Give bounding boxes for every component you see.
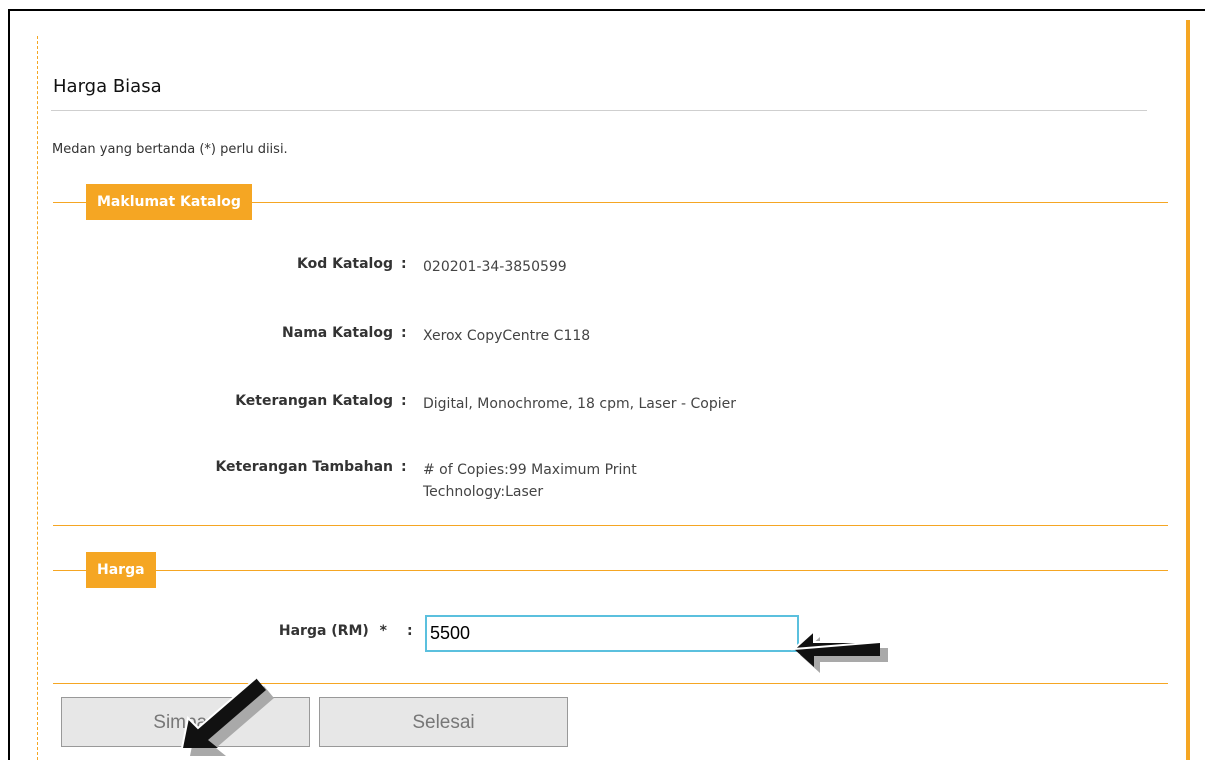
field-colon: : [401,393,407,409]
frame-top-border [8,9,1205,11]
dashed-left-border [37,36,38,760]
additional-description-value: # of Copies:99 Maximum Print Technology:… [423,459,637,503]
annotation-arrow-left-icon [791,628,888,673]
price-label-text: Harga (RM) [278,623,369,639]
price-label: Harga (RM) * [279,623,387,639]
catalog-section-bottom-line [53,525,1168,526]
annotation-arrow-down-left-icon [181,677,274,756]
field-colon: : [401,459,407,475]
catalog-name-label: Nama Katalog [282,325,393,341]
orange-right-border [1186,20,1190,760]
field-colon: : [401,256,407,272]
catalog-description-label: Keterangan Katalog [235,393,393,409]
field-colon: : [407,623,413,639]
page-title: Harga Biasa [53,76,162,97]
additional-description-label: Keterangan Tambahan [215,459,393,475]
catalog-section-legend: Maklumat Katalog [86,184,252,220]
required-fields-note: Medan yang bertanda (*) perlu diisi. [52,142,288,157]
frame-left-border [8,9,10,760]
price-section-line [53,570,1168,571]
catalog-description-value: Digital, Monochrome, 18 cpm, Laser - Cop… [423,396,736,412]
field-colon: : [401,325,407,341]
price-section-legend: Harga [86,552,156,588]
additional-description-line1: # of Copies:99 Maximum Print [423,462,637,478]
catalog-code-value: 020201-34-3850599 [423,259,567,275]
price-input[interactable] [425,615,799,652]
finish-button[interactable]: Selesai [319,697,568,747]
additional-description-line2: Technology:Laser [423,484,544,500]
catalog-code-label: Kod Katalog [297,256,393,272]
title-divider [51,110,1147,111]
required-marker: * [379,623,387,639]
catalog-name-value: Xerox CopyCentre C118 [423,328,591,344]
